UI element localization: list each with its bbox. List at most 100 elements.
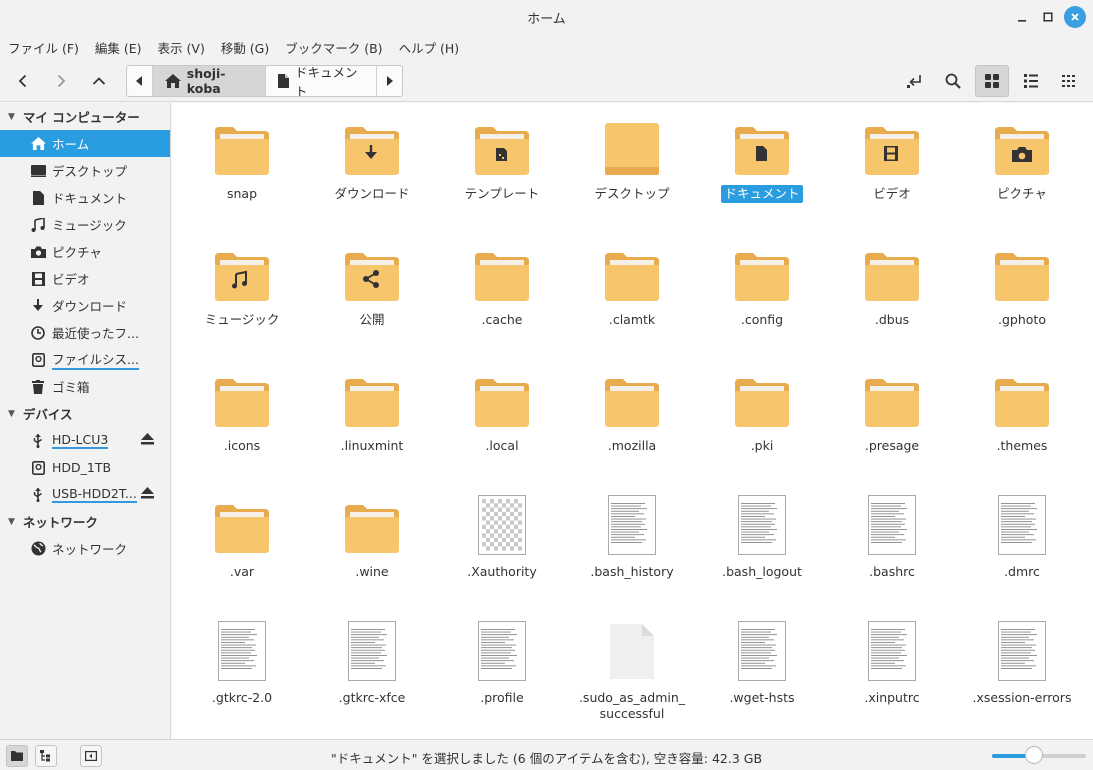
breadcrumb-documents[interactable]: ドキュメント bbox=[265, 66, 376, 96]
maximize-icon bbox=[1043, 12, 1053, 22]
file-item[interactable]: ビデオ bbox=[832, 123, 952, 203]
up-button[interactable] bbox=[84, 66, 114, 96]
file-item[interactable]: .cache bbox=[442, 249, 562, 329]
menu-go[interactable]: 移動 (G) bbox=[221, 38, 269, 57]
file-item[interactable]: .linuxmint bbox=[312, 375, 432, 455]
compact-view-button[interactable] bbox=[1052, 65, 1086, 97]
sidebar-item-recent[interactable]: 最近使ったフ... bbox=[0, 319, 170, 346]
file-name: .xsession-errors bbox=[972, 690, 1072, 705]
list-view-button[interactable] bbox=[1014, 65, 1048, 97]
menu-view[interactable]: 表示 (V) bbox=[158, 38, 205, 57]
home-icon bbox=[164, 74, 181, 88]
menu-file[interactable]: ファイル (F) bbox=[8, 38, 79, 57]
file-item[interactable]: .xsession-errors bbox=[962, 621, 1082, 707]
file-item[interactable]: .clamtk bbox=[572, 249, 692, 329]
sidebar-item-music[interactable]: ミュージック bbox=[0, 211, 170, 238]
sidebar-section-network[interactable]: ▼ ネットワーク bbox=[0, 508, 170, 535]
folder-icon bbox=[213, 501, 271, 555]
search-button[interactable] bbox=[936, 65, 970, 97]
file-item[interactable]: .bashrc bbox=[832, 495, 952, 581]
file-item[interactable]: .bash_history bbox=[572, 495, 692, 581]
file-item[interactable]: 公開 bbox=[312, 249, 432, 329]
file-item[interactable]: ドキュメント bbox=[702, 123, 822, 203]
back-button[interactable] bbox=[8, 66, 38, 96]
sidebar-section-my-computer[interactable]: ▼ マイ コンピューター bbox=[0, 103, 170, 130]
menu-edit[interactable]: 編集 (E) bbox=[95, 38, 142, 57]
menu-bookmarks[interactable]: ブックマーク (B) bbox=[285, 38, 382, 57]
close-button[interactable] bbox=[1064, 6, 1086, 28]
file-name: .profile bbox=[480, 690, 524, 705]
file-name: .cache bbox=[481, 312, 523, 327]
icon-view-button[interactable] bbox=[975, 65, 1009, 97]
collapse-arrow-icon: ▼ bbox=[8, 408, 15, 419]
file-item[interactable]: .gtkrc-2.0 bbox=[182, 621, 302, 707]
folder-icon bbox=[863, 375, 921, 429]
sidebar-item-downloads[interactable]: ダウンロード bbox=[0, 292, 170, 319]
file-item[interactable]: .Xauthority bbox=[442, 495, 562, 581]
sidebar-item-pictures[interactable]: ピクチャ bbox=[0, 238, 170, 265]
chevron-right-icon bbox=[57, 74, 66, 88]
file-item[interactable]: .sudo_as_admin_ successful bbox=[572, 621, 692, 723]
sidebar-item-hd-lcu3[interactable]: HD-LCU3 bbox=[0, 427, 170, 454]
file-item[interactable]: ダウンロード bbox=[312, 123, 432, 203]
file-item[interactable]: .config bbox=[702, 249, 822, 329]
file-item[interactable]: .pki bbox=[702, 375, 822, 455]
file-item[interactable]: .presage bbox=[832, 375, 952, 455]
file-item[interactable]: .gphoto bbox=[962, 249, 1082, 329]
chevron-up-icon bbox=[92, 77, 106, 85]
sidebar-item-hdd-1tb[interactable]: HDD_1TB bbox=[0, 454, 170, 481]
file-item[interactable]: デスクトップ bbox=[572, 123, 692, 203]
sidebar-item-videos[interactable]: ビデオ bbox=[0, 265, 170, 292]
download-icon bbox=[30, 298, 46, 314]
sidebar-item-home[interactable]: ホーム bbox=[0, 130, 170, 157]
file-item[interactable]: snap bbox=[182, 123, 302, 203]
sidebar-section-devices[interactable]: ▼ デバイス bbox=[0, 400, 170, 427]
file-item[interactable]: .themes bbox=[962, 375, 1082, 455]
breadcrumb-scroll-left[interactable] bbox=[127, 66, 153, 96]
file-item[interactable]: ミュージック bbox=[182, 249, 302, 329]
eject-icon[interactable] bbox=[141, 487, 154, 502]
file-item[interactable]: テンプレート bbox=[442, 123, 562, 203]
file-item[interactable]: .profile bbox=[442, 621, 562, 707]
sidebar-item-trash[interactable]: ゴミ箱 bbox=[0, 373, 170, 400]
usb-icon bbox=[30, 433, 46, 449]
sidebar-section-title: デバイス bbox=[22, 407, 73, 422]
text-file-icon bbox=[993, 621, 1051, 681]
file-view[interactable]: snap ダウンロード テンプレート デスクトップ ドキュメント ビデオ ピクチャミュージッ… bbox=[172, 103, 1093, 739]
file-item[interactable]: .xinputrc bbox=[832, 621, 952, 707]
breadcrumb-scroll-right[interactable] bbox=[376, 66, 402, 96]
sidebar-item-filesystem[interactable]: ファイルシス... bbox=[0, 346, 170, 373]
close-icon bbox=[1071, 13, 1079, 21]
forward-button[interactable] bbox=[46, 66, 76, 96]
sidebar-item-usb-hdd2t[interactable]: USB-HDD2T... bbox=[0, 481, 170, 508]
sidebar-item-desktop[interactable]: デスクトップ bbox=[0, 157, 170, 184]
file-item[interactable]: .icons bbox=[182, 375, 302, 455]
toggle-location-button[interactable] bbox=[898, 65, 932, 97]
breadcrumb-home[interactable]: shoji-koba bbox=[152, 66, 265, 96]
sidebar-item-label: デスクトップ bbox=[52, 164, 128, 179]
drive-icon bbox=[30, 460, 46, 476]
sidebar-item-documents[interactable]: ドキュメント bbox=[0, 184, 170, 211]
blank-file-icon bbox=[603, 621, 661, 681]
toolbar: shoji-koba ドキュメント bbox=[0, 60, 1093, 102]
file-name: ビデオ bbox=[873, 186, 911, 201]
file-item[interactable]: .var bbox=[182, 501, 302, 581]
maximize-button[interactable] bbox=[1036, 5, 1060, 29]
file-item[interactable]: .wget-hsts bbox=[702, 621, 822, 707]
sidebar-item-label: ビデオ bbox=[52, 272, 90, 287]
file-item[interactable]: .wine bbox=[312, 501, 432, 581]
file-item[interactable]: .mozilla bbox=[572, 375, 692, 455]
file-item[interactable]: .local bbox=[442, 375, 562, 455]
eject-icon[interactable] bbox=[141, 433, 154, 448]
text-file-icon bbox=[863, 495, 921, 555]
text-file-icon bbox=[733, 495, 791, 555]
file-item[interactable]: .dbus bbox=[832, 249, 952, 329]
minimize-button[interactable] bbox=[1010, 5, 1034, 29]
file-item[interactable]: ピクチャ bbox=[962, 123, 1082, 203]
menu-help[interactable]: ヘルプ (H) bbox=[399, 38, 460, 57]
file-item[interactable]: .dmrc bbox=[962, 495, 1082, 581]
file-item[interactable]: .bash_logout bbox=[702, 495, 822, 581]
sidebar-item-network[interactable]: ネットワーク bbox=[0, 535, 170, 562]
chevron-left-icon bbox=[18, 74, 27, 88]
file-item[interactable]: .gtkrc-xfce bbox=[312, 621, 432, 707]
